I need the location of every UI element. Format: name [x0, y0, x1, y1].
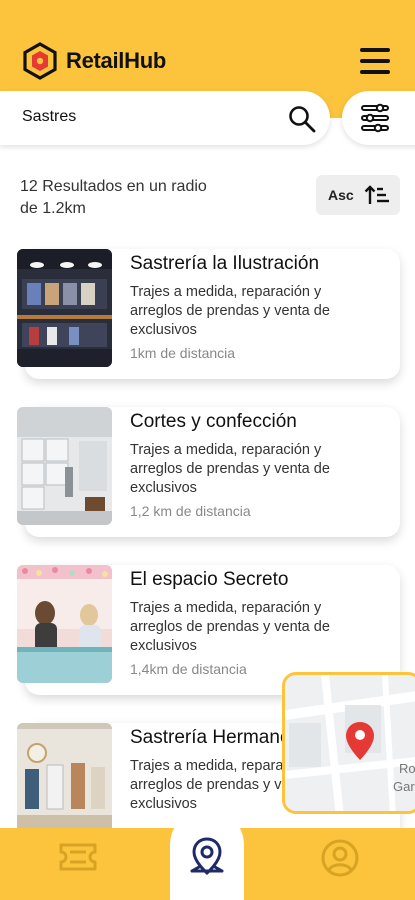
- app-name: RetailHub: [66, 48, 166, 73]
- card-title: El espacio Secreto: [130, 569, 289, 590]
- hexagon-logo-icon: [23, 42, 57, 80]
- store-photo: [17, 407, 112, 525]
- map-preview[interactable]: Ro Gar: [282, 672, 415, 814]
- search-icon[interactable]: [288, 105, 316, 133]
- location-pin-icon[interactable]: [187, 836, 227, 880]
- store-photo: [17, 249, 112, 367]
- list-item[interactable]: Cortes y confección Trajes a medida, rep…: [17, 407, 400, 537]
- card-title: Sastrería la Ilustración: [130, 253, 320, 274]
- store-photo: [17, 723, 112, 841]
- card-distance: 1,2 km de distancia: [130, 503, 251, 519]
- user-profile-icon[interactable]: [320, 838, 360, 878]
- map-pin-icon[interactable]: [345, 721, 375, 761]
- search-bar[interactable]: [0, 91, 330, 145]
- card-distance: 1,4km de distancia: [130, 661, 247, 677]
- list-item[interactable]: Sastrería la Ilustración Trajes a medida…: [17, 249, 400, 379]
- card-description: Trajes a medida, reparación y arreglos d…: [130, 442, 330, 496]
- card-description: Trajes a medida, reparación y arreglos d…: [130, 284, 330, 338]
- ticket-icon[interactable]: [58, 840, 98, 874]
- map-label: Ro: [399, 761, 415, 776]
- app-logo[interactable]: RetailHub: [22, 42, 166, 80]
- card-title: Cortes y confección: [130, 411, 297, 432]
- search-input[interactable]: [22, 108, 262, 126]
- sliders-filter-icon: [361, 103, 389, 133]
- card-description: Trajes a medida, reparación y arreglos d…: [130, 600, 330, 654]
- sort-ascending-icon: [364, 185, 389, 204]
- filter-button[interactable]: [342, 91, 415, 145]
- results-summary: 12 Resultados en un radio de 1.2km: [20, 178, 207, 217]
- card-distance: 1km de distancia: [130, 345, 236, 361]
- hamburger-menu-icon[interactable]: [360, 48, 390, 74]
- map-label: Gar: [393, 779, 415, 794]
- sort-label: Asc: [328, 187, 354, 203]
- store-photo: [17, 565, 112, 683]
- sort-button[interactable]: Asc: [316, 175, 400, 215]
